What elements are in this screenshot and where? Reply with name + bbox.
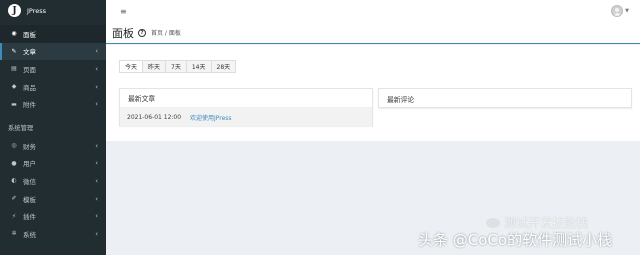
folder-icon: ▬ bbox=[11, 100, 17, 108]
chevron-left-icon: ‹ bbox=[95, 82, 98, 91]
latest-comments-box: 最新评论 bbox=[378, 88, 632, 108]
sidebar-item[interactable]: ◉ 面板 bbox=[0, 25, 106, 43]
chevron-down-icon: ▼ bbox=[625, 8, 629, 14]
sidebar-item[interactable]: ✲ 系统 ‹ bbox=[0, 225, 106, 243]
chevron-left-icon: ‹ bbox=[95, 64, 98, 73]
article-date: 2021-06-01 12:00 bbox=[127, 113, 182, 121]
user-icon: ● bbox=[11, 159, 17, 167]
date-tab-button[interactable]: 今天 bbox=[119, 60, 144, 73]
sidebar-item-label: 附件 bbox=[23, 101, 36, 110]
brush-icon: ✐ bbox=[11, 195, 17, 203]
article-link[interactable]: 欢迎使用JPress bbox=[190, 113, 232, 122]
sidebar-item-label: 财务 bbox=[23, 142, 36, 151]
finance-icon: ◎ bbox=[11, 142, 17, 150]
edit-icon: ✎ bbox=[11, 47, 17, 55]
sidebar-item[interactable]: ⚡ 插件 ‹ bbox=[0, 207, 106, 225]
wechat-icon: ◐ bbox=[11, 177, 17, 185]
chevron-left-icon: ‹ bbox=[95, 212, 98, 221]
sidebar-menu: ◉ 面板 ✎ 文章 ‹ ▤ 页面 ‹ ◆ 商品 ‹ ▬ 附件 ‹ bbox=[0, 25, 106, 113]
file-icon: ▤ bbox=[11, 65, 17, 73]
help-icon[interactable]: ? bbox=[138, 28, 146, 37]
sidebar-item[interactable]: ◆ 商品 ‹ bbox=[0, 78, 106, 96]
sidebar-item[interactable]: ◐ 微信 ‹ bbox=[0, 172, 106, 190]
breadcrumb: 首页 / 面板 bbox=[151, 30, 181, 37]
watermark-icon bbox=[486, 217, 500, 228]
date-range-tabs: 今天 昨天 7天 14天 28天 bbox=[119, 60, 237, 73]
dashboard-icon: ◉ bbox=[11, 30, 17, 38]
sidebar-item-label: 插件 bbox=[23, 213, 36, 222]
brand-name: JPress bbox=[27, 6, 47, 15]
main-content: 今天 昨天 7天 14天 28天 最新文章 2021-06-01 12:00 欢迎使用JP… bbox=[106, 45, 640, 141]
date-tab-button[interactable]: 昨天 bbox=[142, 60, 167, 73]
sidebar-system-menu: ◎ 财务 ‹ ● 用户 ‹ ◐ 微信 ‹ ✐ 模板 ‹ ⚡ 插件 ‹ ✲ 系统 ‹ bbox=[0, 137, 106, 243]
sidebar-item[interactable]: ✐ 模板 ‹ bbox=[0, 190, 106, 208]
sidebar-item[interactable]: ● 用户 ‹ bbox=[0, 155, 106, 173]
chevron-left-icon: ‹ bbox=[95, 47, 98, 56]
chevron-left-icon: ‹ bbox=[95, 229, 98, 238]
latest-comments-title: 最新评论 bbox=[387, 95, 415, 104]
latest-articles-title: 最新文章 bbox=[120, 89, 372, 108]
chevron-left-icon: ‹ bbox=[95, 100, 98, 109]
date-tab-button[interactable]: 14天 bbox=[185, 60, 212, 73]
sidebar-item-label: 模板 bbox=[23, 195, 36, 204]
sidebar-item-label: 用户 bbox=[23, 160, 36, 169]
chevron-left-icon: ‹ bbox=[95, 176, 98, 185]
user-menu[interactable]: ▼ bbox=[611, 5, 629, 17]
sidebar-item-label: 商品 bbox=[23, 83, 36, 92]
sidebar: J JPress ◉ 面板 ✎ 文章 ‹ ▤ 页面 ‹ ◆ 商品 ‹ ▬ 附件 ‹ 系统管理 ◎ 财务 ‹ ● 用… bbox=[0, 0, 106, 255]
date-tab-button[interactable]: 7天 bbox=[165, 60, 187, 73]
plug-icon: ⚡ bbox=[11, 212, 17, 220]
sidebar-item[interactable]: ▤ 页面 ‹ bbox=[0, 60, 106, 78]
sidebar-item-label: 系统 bbox=[23, 230, 36, 239]
watermark-line2: 头条 @CoCo的软件测试小栈 bbox=[418, 231, 613, 249]
brand-logo: J bbox=[8, 4, 21, 17]
gear-icon: ✲ bbox=[11, 230, 17, 238]
sidebar-item-label: 微信 bbox=[23, 177, 36, 186]
menu-toggle-icon[interactable]: ≡ bbox=[120, 7, 127, 16]
latest-articles-box: 最新文章 2021-06-01 12:00 欢迎使用JPress bbox=[119, 88, 373, 126]
sidebar-item[interactable]: ✎ 文章 ‹ bbox=[0, 42, 106, 61]
top-navbar: ≡ ▼ bbox=[106, 0, 640, 22]
sidebar-item-label: 面板 bbox=[23, 30, 36, 39]
avatar[interactable] bbox=[611, 5, 624, 17]
page-title: 面板 bbox=[112, 26, 134, 40]
date-tab-button[interactable]: 28天 bbox=[210, 60, 237, 73]
chevron-left-icon: ‹ bbox=[95, 194, 98, 203]
chevron-left-icon: ‹ bbox=[95, 141, 98, 150]
sidebar-item-label: 文章 bbox=[23, 48, 36, 57]
sidebar-item[interactable]: ▬ 附件 ‹ bbox=[0, 95, 106, 113]
sidebar-item[interactable]: ◎ 财务 ‹ bbox=[0, 137, 106, 155]
sidebar-section-header: 系统管理 bbox=[8, 125, 34, 133]
tag-icon: ◆ bbox=[11, 83, 17, 91]
chevron-left-icon: ‹ bbox=[95, 159, 98, 168]
content-header: 面板 ? 首页 / 面板 bbox=[106, 22, 640, 44]
brand[interactable]: J JPress bbox=[0, 0, 106, 21]
article-row: 2021-06-01 12:00 欢迎使用JPress bbox=[120, 108, 372, 126]
sidebar-item-label: 页面 bbox=[23, 65, 36, 74]
